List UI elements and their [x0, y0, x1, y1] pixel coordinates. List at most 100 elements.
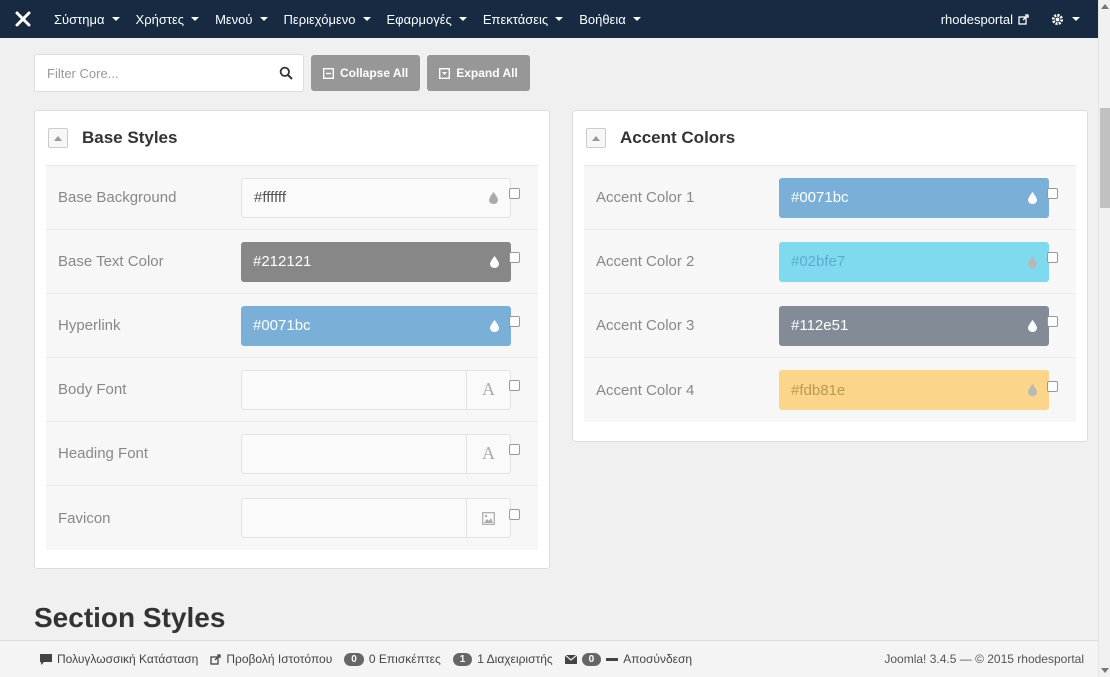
drop-icon[interactable]: [490, 319, 499, 332]
image-field[interactable]: [241, 498, 511, 538]
setting-row: Favicon: [46, 486, 538, 550]
expand-icon: [439, 67, 451, 79]
color-field[interactable]: #02bfe7: [779, 241, 1049, 282]
font-icon[interactable]: A: [466, 369, 510, 410]
external-link-icon: [210, 653, 222, 665]
override-checkbox[interactable]: [1047, 188, 1058, 199]
field-value: #02bfe7: [791, 253, 846, 270]
chevron-down-icon: [555, 17, 564, 21]
joomla-logo-icon[interactable]: [0, 11, 46, 27]
nav-menu-label: Σύστημα: [54, 11, 105, 27]
collapse-toggle[interactable]: [48, 128, 68, 148]
field-value: #ffffff: [254, 189, 286, 206]
chevron-down-icon: [191, 17, 200, 21]
panel-title: Base Styles: [82, 128, 178, 147]
visitors-label: 0 Επισκέπτες: [368, 652, 441, 666]
logout-link[interactable]: Αποσύνδεση: [623, 652, 692, 666]
collapse-toggle[interactable]: [586, 128, 606, 148]
override-checkbox[interactable]: [1047, 316, 1058, 327]
scroll-up-icon[interactable]: [1101, 4, 1109, 9]
envelope-icon: [564, 654, 577, 664]
settings-menu[interactable]: [1043, 13, 1098, 26]
setting-row: Accent Color 4 #fdb81e: [584, 358, 1076, 422]
nav-menu-item[interactable]: Επεκτάσεις: [475, 12, 571, 27]
override-checkbox[interactable]: [509, 380, 520, 391]
external-link-icon: [1018, 13, 1029, 25]
setting-label: Base Background: [58, 189, 177, 206]
color-field[interactable]: #212121: [241, 241, 511, 282]
nav-menu-item[interactable]: Περιεχόμενο: [276, 12, 379, 27]
setting-row: Base Text Color #212121: [46, 230, 538, 294]
nav-menu-item[interactable]: Χρήστες: [128, 12, 208, 27]
nav-menu-item[interactable]: Βοήθεια: [571, 12, 649, 27]
color-field[interactable]: #ffffff: [241, 177, 511, 218]
filter-input[interactable]: [47, 65, 279, 81]
nav-menu-item[interactable]: Σύστημα: [46, 12, 128, 27]
font-field[interactable]: A: [241, 369, 511, 410]
drop-icon[interactable]: [1028, 255, 1037, 268]
chevron-up-icon: [592, 135, 600, 141]
accent-colors-panel: Accent Colors Accent Color 1 #0071bc Accen…: [572, 110, 1088, 442]
override-checkbox[interactable]: [509, 508, 520, 520]
setting-row: Accent Color 2 #02bfe7: [584, 230, 1076, 294]
field-value: #112e51: [791, 317, 849, 334]
drop-icon[interactable]: [490, 255, 499, 268]
chevron-down-icon: [1072, 17, 1080, 21]
field-value: #0071bc: [253, 317, 311, 334]
panel-title: Accent Colors: [620, 128, 736, 147]
view-site-label: Προβολή Ιστοτόπου: [226, 652, 333, 666]
setting-label: Accent Color 2: [596, 253, 695, 270]
nav-menu-item[interactable]: Μενού: [207, 12, 275, 27]
override-checkbox[interactable]: [1047, 252, 1058, 263]
admins-label: 1 Διαχειριστής: [477, 652, 553, 666]
chevron-down-icon: [458, 17, 467, 21]
setting-label: Heading Font: [58, 445, 149, 462]
drop-icon[interactable]: [1028, 384, 1037, 396]
expand-all-button[interactable]: Expand All: [427, 55, 530, 91]
admins-badge: 1: [452, 652, 473, 666]
nav-menu-label: Χρήστες: [135, 11, 185, 27]
override-checkbox[interactable]: [509, 188, 520, 199]
scroll-thumb[interactable]: [1100, 108, 1110, 208]
scroll-down-icon[interactable]: [1101, 668, 1109, 673]
setting-row: Accent Color 3 #112e51: [584, 294, 1076, 358]
section-title: Section Styles: [34, 602, 226, 633]
font-field[interactable]: A: [241, 433, 511, 474]
visitors-status: 0 0 Επισκέπτες: [344, 652, 441, 666]
messages-badge: 0: [581, 652, 602, 666]
color-field[interactable]: #fdb81e: [779, 370, 1049, 410]
setting-label: Base Text Color: [58, 253, 164, 270]
comment-icon: [40, 653, 52, 665]
image-icon[interactable]: [466, 498, 510, 538]
color-field[interactable]: #0071bc: [241, 305, 511, 346]
override-checkbox[interactable]: [509, 316, 520, 327]
search-icon[interactable]: [279, 66, 293, 80]
top-navbar: Σύστημα Χρήστες Μενού Περιεχόμενο Εφαρμογές Ε…: [0, 0, 1098, 38]
color-field[interactable]: #112e51: [779, 305, 1049, 346]
multilang-status[interactable]: Πολυγλωσσική Κατάσταση: [40, 652, 198, 666]
setting-label: Hyperlink: [58, 317, 121, 334]
toolbar: Collapse All Expand All: [34, 54, 530, 92]
override-checkbox[interactable]: [1047, 380, 1058, 392]
expand-all-label: Expand All: [456, 66, 518, 80]
base-styles-header: Base Styles: [46, 111, 538, 166]
multilang-label: Πολυγλωσσική Κατάσταση: [57, 652, 199, 666]
view-site-footer-link[interactable]: Προβολή Ιστοτόπου: [210, 652, 332, 666]
override-checkbox[interactable]: [509, 252, 520, 263]
nav-menu-label: Επεκτάσεις: [482, 11, 549, 27]
visitors-badge: 0: [344, 652, 364, 666]
view-site-link[interactable]: rhodesportal: [927, 12, 1043, 27]
override-checkbox[interactable]: [509, 444, 520, 455]
nav-menu-label: Εφαρμογές: [386, 11, 452, 27]
accent-colors-header: Accent Colors: [584, 111, 1076, 166]
color-field[interactable]: #0071bc: [779, 177, 1049, 218]
page-scrollbar[interactable]: [1098, 0, 1110, 677]
messages-status[interactable]: 0 Αποσύνδεση: [564, 652, 692, 666]
nav-menu-item[interactable]: Εφαρμογές: [379, 12, 475, 27]
font-icon[interactable]: A: [466, 433, 510, 474]
drop-icon[interactable]: [1028, 191, 1037, 204]
collapse-all-button[interactable]: Collapse All: [311, 55, 421, 91]
drop-icon[interactable]: [1028, 319, 1037, 332]
nav-menu-label: Περιεχόμενο: [283, 11, 356, 27]
drop-icon[interactable]: [489, 191, 498, 204]
